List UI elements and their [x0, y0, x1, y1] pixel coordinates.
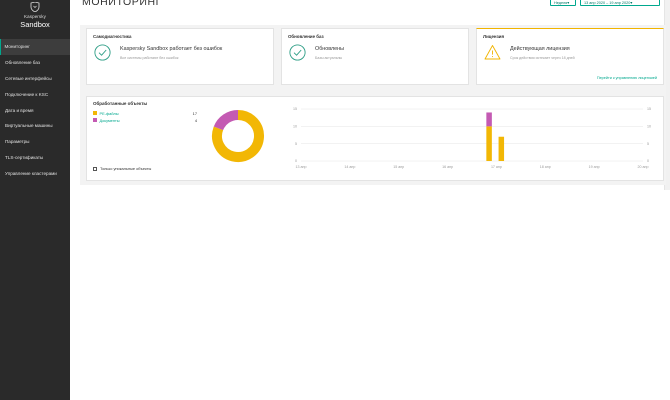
bar-segment-documents[interactable] [486, 112, 492, 127]
x-tick-label: 14 апр [344, 165, 355, 169]
card-title: Лицензия [483, 34, 505, 39]
sidebar-item-db-updates[interactable]: Обновление баз [0, 55, 70, 71]
y-tick-left: 5 [295, 142, 297, 146]
unique-objects-checkbox[interactable] [93, 166, 97, 171]
y-tick-right: 0 [647, 159, 649, 163]
card-detail: Базы актуальны [315, 56, 343, 60]
y-tick-right: 5 [647, 142, 649, 146]
sidebar-item-ksc-connection[interactable]: Подключение к KSC [0, 86, 70, 102]
panel-title: Обработанные объекты [93, 101, 148, 106]
bar-segment-pe-files[interactable] [486, 126, 492, 161]
chevron-down-icon: ▾ [630, 1, 633, 5]
x-tick-label: 20 апр [638, 165, 649, 169]
x-tick-label: 17 апр [491, 165, 502, 169]
x-tick-label: 16 апр [442, 165, 453, 169]
legend-link-documents[interactable]: Документы [100, 118, 195, 123]
x-tick-label: 15 апр [393, 165, 404, 169]
legend-swatch [93, 118, 97, 122]
x-tick-label: 19 апр [589, 165, 600, 169]
period-button-label: Неделя [554, 0, 568, 5]
sidebar-nav: Мониторинг Обновление баз Сетевые интерф… [0, 39, 70, 181]
sidebar: Kaspersky Sandbox Мониторинг Обновление … [0, 0, 70, 400]
sidebar-item-virtual-machines[interactable]: Виртуальные машины [0, 118, 70, 134]
selfcheck-card: Самодиагностика Kaspersky Sandbox работа… [86, 28, 274, 85]
y-tick-left: 15 [293, 107, 297, 111]
db-updates-card: Обновление баз Обновлены Базы актуальны [281, 28, 469, 85]
kaspersky-emblem-icon [30, 2, 40, 12]
app-logo: Kaspersky Sandbox [0, 0, 70, 38]
legend-item-documents: Документы 4 [93, 117, 197, 123]
legend-item-pe-files: PE-файлы 17 [93, 110, 197, 116]
sidebar-item-cluster-management[interactable]: Управление кластерами [0, 165, 70, 181]
card-detail: Срок действия истекает через 18 дней [510, 56, 575, 60]
chevron-down-icon: ▾ [567, 1, 570, 5]
objects-bar-chart: 0 0 5 5 10 10 15 15 13 апр 14 апр 15 апр 16 апр 17 а… [293, 107, 651, 169]
card-status: Обновлены [315, 46, 344, 52]
card-title: Самодиагностика [93, 34, 132, 39]
legend-count: 4 [194, 117, 197, 123]
license-card: Лицензия Действующая лицензия Срок дейст… [476, 28, 664, 85]
warning-triangle-icon [484, 45, 501, 60]
x-tick-label: 18 апр [540, 165, 551, 169]
bar-segment-pe-files[interactable] [498, 136, 505, 161]
donut-slice-1 [213, 110, 239, 131]
processed-objects-panel: Обработанные объекты PE-файлы 17 Докумен… [86, 96, 664, 181]
y-tick-right: 15 [647, 107, 651, 111]
check-circle-icon [94, 44, 111, 61]
sidebar-item-tls-certificates[interactable]: TLS-сертификаты [0, 150, 70, 166]
page-title: Мониторинг [82, 0, 162, 8]
main-area: Мониторинг Неделя ▾ 13 апр 2020 – 19 апр… [70, 0, 670, 400]
legend-count: 17 [192, 110, 197, 116]
unique-objects-toggle[interactable]: Только уникальные объекты [93, 166, 151, 171]
objects-donut-chart [212, 110, 264, 162]
y-tick-left: 0 [295, 159, 297, 163]
product-name: Sandbox [20, 20, 50, 29]
legend-link-pe-files[interactable]: PE-файлы [100, 111, 193, 116]
date-range-label: 13 апр 2020 – 19 апр 2020 [584, 0, 631, 5]
dashboard-content: Самодиагностика Kaspersky Sandbox работа… [80, 25, 666, 185]
card-title: Обновление баз [288, 34, 324, 39]
card-status: Действующая лицензия [510, 46, 570, 52]
card-status: Kaspersky Sandbox работает без ошибок [120, 46, 223, 52]
legend-swatch [93, 111, 97, 115]
y-tick-right: 10 [647, 125, 651, 129]
check-circle-icon [289, 44, 306, 61]
sidebar-item-parameters[interactable]: Параметры [0, 134, 70, 150]
x-tick-label: 13 апр [296, 165, 307, 169]
sidebar-item-date-time[interactable]: Дата и время [0, 102, 70, 118]
date-range-button[interactable]: 13 апр 2020 – 19 апр 2020 ▾ [580, 0, 660, 6]
license-management-link[interactable]: Перейти к управлению лицензией [597, 76, 657, 80]
sidebar-item-monitoring[interactable]: Мониторинг [0, 39, 70, 55]
y-tick-left: 10 [293, 125, 297, 129]
unique-objects-label: Только уникальные объекты [100, 166, 152, 171]
sidebar-item-network-interfaces[interactable]: Сетевые интерфейсы [0, 71, 70, 87]
period-select-button[interactable]: Неделя ▾ [550, 0, 576, 6]
brand-name: Kaspersky [24, 14, 46, 19]
card-detail: Все системы работают без ошибок [120, 56, 179, 60]
